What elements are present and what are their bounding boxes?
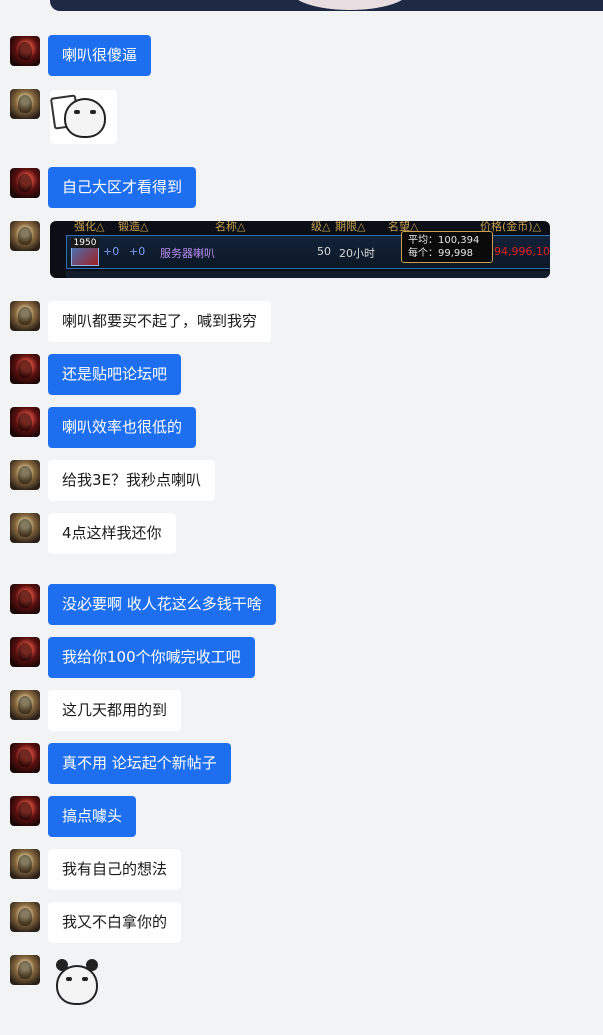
- avatar[interactable]: [10, 743, 40, 773]
- message-bubble-outgoing[interactable]: 喇叭效率也很低的: [48, 407, 197, 448]
- message-bubble-incoming[interactable]: 我又不白拿你的: [48, 902, 182, 943]
- tooltip-average: 平均：100,394: [408, 235, 480, 246]
- next-row: [66, 271, 550, 278]
- message-bubble-outgoing[interactable]: 真不用 论坛起个新帖子: [48, 743, 231, 784]
- message-bubble-incoming[interactable]: 4点这样我还你: [48, 513, 176, 554]
- avatar[interactable]: [10, 301, 40, 331]
- message-bubble-outgoing[interactable]: 没必要啊 收人花这么多钱干啥: [48, 584, 276, 625]
- previous-image-message[interactable]: [50, 0, 603, 11]
- avatar[interactable]: [10, 902, 40, 932]
- message-bubble-outgoing[interactable]: 自己大区才看得到: [48, 167, 197, 208]
- item-level-req: 50: [317, 245, 331, 258]
- avatar[interactable]: [10, 513, 40, 543]
- avatar[interactable]: [10, 955, 40, 985]
- message-bubble-incoming[interactable]: 这几天都用的到: [48, 690, 182, 731]
- game-screenshot-image[interactable]: 强化△ 锻造△ 名称△ 级△ 期限△ 名望△ 价格(金币)△ 1950 +0 +…: [50, 221, 550, 278]
- enhance-value: +0: [103, 245, 120, 258]
- message-bubble-outgoing[interactable]: 搞点噱头: [48, 796, 137, 837]
- avatar[interactable]: [10, 89, 40, 119]
- item-duration: 20小时: [339, 247, 375, 260]
- item-name: 服务器喇叭: [160, 247, 215, 260]
- avatar[interactable]: [10, 690, 40, 720]
- sticker-image[interactable]: [49, 90, 117, 144]
- message-bubble-incoming[interactable]: 我有自己的想法: [48, 849, 182, 890]
- header-col: 强化△: [74, 221, 105, 233]
- item-level: 1950: [71, 238, 99, 248]
- avatar[interactable]: [10, 584, 40, 614]
- previous-image-content: [290, 0, 410, 10]
- avatar[interactable]: [10, 796, 40, 826]
- avatar[interactable]: [10, 221, 40, 251]
- message-bubble-outgoing[interactable]: 喇叭很傻逼: [48, 35, 152, 76]
- header-col: 名称△: [215, 221, 246, 233]
- avatar[interactable]: [10, 637, 40, 667]
- header-col: 锻造△: [118, 221, 149, 233]
- avatar[interactable]: [10, 354, 40, 384]
- panda-meme-icon: [56, 965, 98, 1005]
- message-bubble-incoming[interactable]: 给我3E？我秒点喇叭: [48, 460, 216, 501]
- header-col: 期限△: [335, 221, 366, 233]
- message-bubble-outgoing[interactable]: 我给你100个你喊完收工吧: [48, 637, 255, 678]
- panda-meme-icon: [64, 98, 106, 138]
- sticker-image[interactable]: [50, 955, 103, 1017]
- avatar[interactable]: [10, 460, 40, 490]
- message-bubble-incoming[interactable]: 喇叭都要买不起了，喊到我穷: [48, 301, 272, 342]
- item-price: 94,996,100: [494, 245, 550, 258]
- message-bubble-outgoing[interactable]: 还是贴吧论坛吧: [48, 354, 182, 395]
- header-col: 级△: [311, 221, 331, 233]
- tooltip-each: 每个：99,998: [408, 248, 473, 259]
- avatar[interactable]: [10, 168, 40, 198]
- avatar[interactable]: [10, 407, 40, 437]
- price-tooltip: 平均：100,394 每个：99,998: [401, 231, 493, 263]
- avatar[interactable]: [10, 36, 40, 66]
- forge-value: +0: [129, 245, 146, 258]
- avatar[interactable]: [10, 849, 40, 879]
